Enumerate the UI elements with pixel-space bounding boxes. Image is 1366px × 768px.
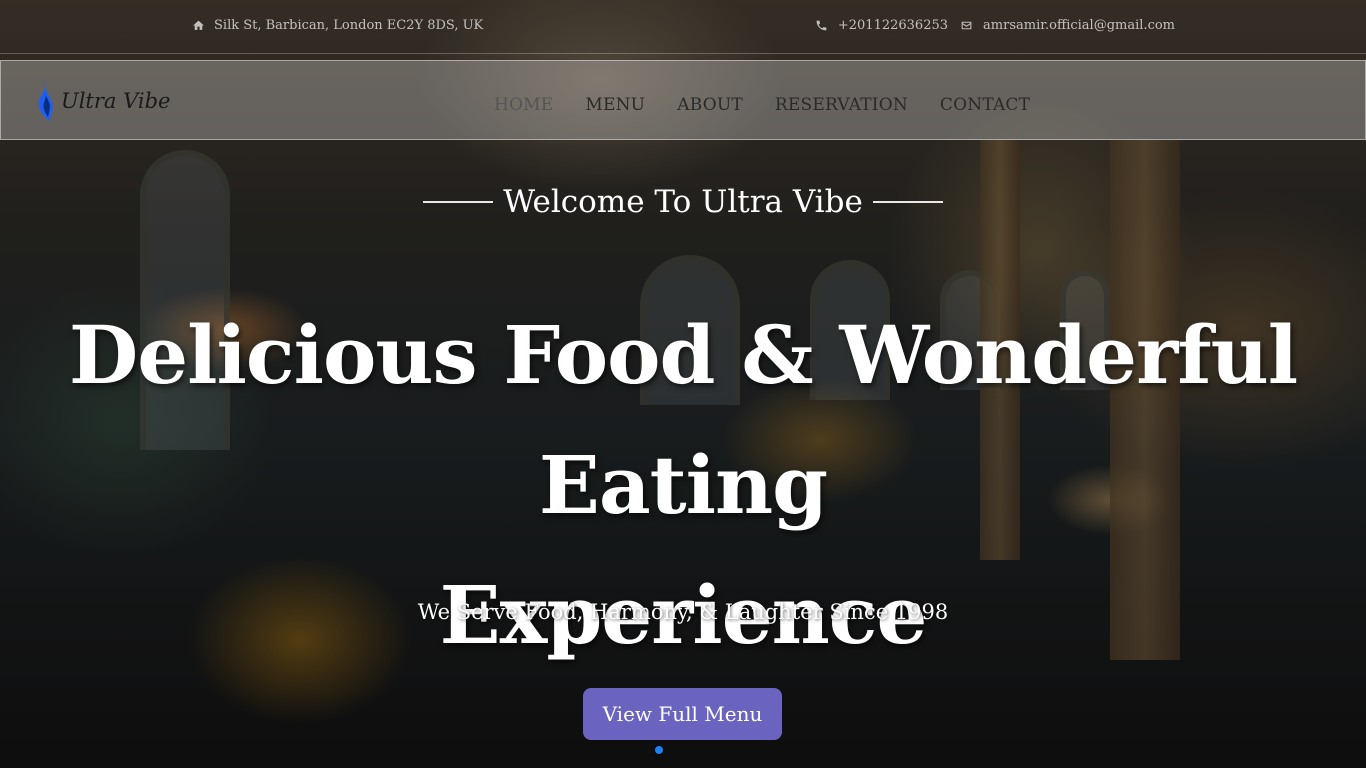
divider-left bbox=[423, 201, 494, 203]
mail-icon bbox=[961, 21, 972, 30]
main-navbar: Ultra Vibe HOME MENU ABOUT RESERVATION C… bbox=[0, 60, 1366, 140]
brand-name: Ultra Vibe bbox=[61, 89, 171, 113]
nav-item-home[interactable]: HOME bbox=[494, 95, 553, 115]
nav-item-about[interactable]: ABOUT bbox=[677, 95, 743, 115]
brand-logo[interactable]: Ultra Vibe bbox=[35, 80, 170, 122]
divider-right bbox=[872, 201, 943, 203]
email-link[interactable]: amrsamir.official@gmail.com bbox=[983, 18, 1175, 33]
welcome-heading: Welcome To Ultra Vibe bbox=[0, 184, 1366, 220]
address-text: Silk St, Barbican, London EC2Y 8DS, UK bbox=[214, 18, 484, 33]
phone-icon bbox=[816, 20, 827, 31]
welcome-text: Welcome To Ultra Vibe bbox=[503, 184, 863, 220]
carousel-indicator-dot[interactable] bbox=[655, 746, 663, 754]
home-icon bbox=[193, 20, 204, 30]
contact-info: +201122636253 amrsamir.official@gmail.co… bbox=[815, 18, 1175, 33]
address-info: Silk St, Barbican, London EC2Y 8DS, UK bbox=[192, 18, 483, 33]
nav-item-reservation[interactable]: RESERVATION bbox=[775, 95, 908, 115]
view-full-menu-button[interactable]: View Full Menu bbox=[583, 688, 782, 740]
phone-link[interactable]: +201122636253 bbox=[838, 18, 948, 33]
top-info-bar: Silk St, Barbican, London EC2Y 8DS, UK +… bbox=[0, 0, 1366, 54]
flame-logo-icon bbox=[38, 81, 53, 121]
nav-item-menu[interactable]: MENU bbox=[585, 95, 645, 115]
headline-line-1: Delicious Food & Wonderful Eating bbox=[68, 308, 1298, 532]
nav-item-contact[interactable]: CONTACT bbox=[940, 95, 1030, 115]
primary-nav: HOME MENU ABOUT RESERVATION CONTACT bbox=[494, 95, 1030, 115]
hero-subline: We Serve Food, Harmony, & Laughter Since… bbox=[417, 600, 949, 624]
